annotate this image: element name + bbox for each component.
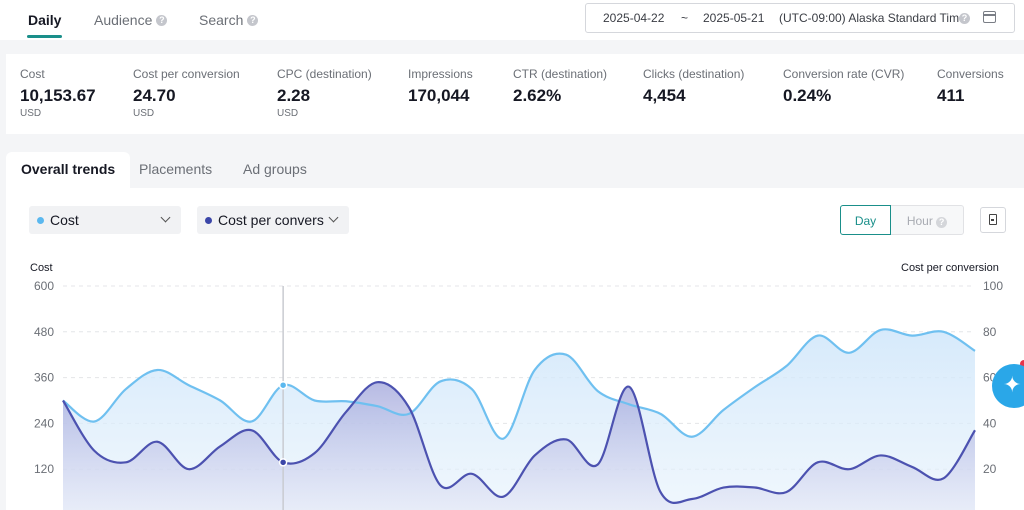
date-start: 2025-04-22: [603, 11, 665, 25]
metric-cost-per-conversion[interactable]: Cost per conversion 24.70 USD: [133, 67, 240, 119]
left-axis-tick: 480: [34, 325, 54, 339]
metric-value: 10,153.67: [20, 86, 96, 105]
left-axis-tick: 360: [34, 371, 54, 385]
metric-label: Conversion rate (CVR): [783, 67, 905, 81]
document-icon: [989, 214, 997, 225]
tab-daily-label: Daily: [28, 12, 62, 28]
metric-label: Conversions: [937, 67, 1004, 81]
date-end: 2025-05-21: [703, 11, 765, 25]
metric-unit: USD: [20, 108, 42, 119]
chevron-down-icon: [328, 212, 339, 223]
tab-search[interactable]: Search ?: [199, 12, 259, 28]
metric-label: CTR (destination): [513, 67, 608, 81]
date-separator: ~: [681, 11, 689, 25]
cost-hover-point: [278, 380, 288, 390]
metric-value: 0.24%: [783, 86, 832, 105]
metric-cost[interactable]: Cost 10,153.67 USD: [20, 67, 96, 119]
right-axis-tick: 100: [983, 279, 1003, 293]
tab-audience-label: Audience: [94, 12, 153, 28]
right-axis-tick: 20: [983, 462, 997, 476]
granularity-hour-button[interactable]: Hour ?: [891, 205, 964, 235]
left-axis-tick: 240: [34, 416, 54, 430]
metric-label: Impressions: [408, 67, 473, 81]
metric-value: 411: [937, 86, 965, 105]
metric-unit: USD: [133, 108, 155, 119]
date-range-picker[interactable]: 2025-04-22 ~ 2025-05-21 (UTC-09:00) Alas…: [585, 3, 1015, 33]
timezone-help-icon[interactable]: ?: [959, 13, 970, 24]
calendar-icon[interactable]: [983, 11, 996, 23]
metric-unit: USD: [277, 108, 299, 119]
metric-cpc[interactable]: CPC (destination) 2.28 USD: [277, 67, 372, 119]
active-tab-indicator: [27, 35, 62, 38]
granularity-hour-label: Hour: [906, 214, 933, 228]
tab-placements[interactable]: Placements: [139, 152, 212, 188]
help-icon[interactable]: ?: [156, 14, 168, 26]
metric-ctr[interactable]: CTR (destination) 2.62%: [513, 67, 607, 106]
metric-select-secondary[interactable]: Cost per convers: [197, 206, 349, 234]
left-axis-tick: 600: [34, 279, 54, 293]
tab-ad-groups[interactable]: Ad groups: [243, 152, 307, 188]
tab-search-label: Search: [199, 12, 244, 28]
metric-select-primary-label: Cost: [50, 212, 79, 228]
metric-value: 170,044: [408, 86, 470, 105]
trend-chart[interactable]: 600480360240120 10080604020: [0, 270, 1024, 510]
chevron-down-icon: [160, 212, 171, 223]
help-icon[interactable]: ?: [936, 217, 948, 228]
sub-tab-bar: Overall trends Placements Ad groups: [6, 152, 1024, 188]
tab-audience[interactable]: Audience ?: [94, 12, 168, 28]
metric-label: Cost: [20, 67, 45, 81]
series-color-dot: [205, 216, 212, 224]
metric-value: 2.28: [277, 86, 311, 105]
metric-clicks[interactable]: Clicks (destination) 4,454: [643, 67, 744, 106]
metric-label: CPC (destination): [277, 67, 372, 81]
tab-overall-trends[interactable]: Overall trends: [6, 152, 131, 188]
help-icon[interactable]: ?: [247, 14, 259, 26]
metric-cvr[interactable]: Conversion rate (CVR) 0.24%: [783, 67, 904, 106]
export-button[interactable]: [980, 207, 1006, 233]
tab-daily[interactable]: Daily: [28, 12, 61, 28]
metric-select-primary[interactable]: Cost: [29, 206, 181, 234]
timezone-label: (UTC-09:00) Alaska Standard Time: [779, 11, 966, 25]
metric-value: 4,454: [643, 86, 686, 105]
series-color-dot: [37, 216, 44, 224]
metric-label: Clicks (destination): [643, 67, 745, 81]
metrics-summary: Cost 10,153.67 USD Cost per conversion 2…: [6, 54, 1024, 134]
metric-label: Cost per conversion: [133, 67, 240, 81]
right-axis-tick: 80: [983, 325, 997, 339]
top-tab-bar: Daily Audience ? Search ? 2025-04-22 ~ 2…: [0, 0, 1024, 40]
metric-value: 24.70: [133, 86, 176, 105]
metric-impressions[interactable]: Impressions 170,044: [408, 67, 473, 106]
cost-per-conversion-hover-point: [278, 458, 288, 467]
left-axis-tick: 120: [34, 462, 54, 476]
granularity-day-button[interactable]: Day: [840, 205, 891, 235]
metric-value: 2.62%: [513, 86, 562, 105]
metric-conversions[interactable]: Conversions 411: [937, 67, 1004, 106]
right-axis-tick: 40: [983, 416, 997, 430]
metric-select-secondary-label: Cost per convers: [218, 212, 324, 228]
